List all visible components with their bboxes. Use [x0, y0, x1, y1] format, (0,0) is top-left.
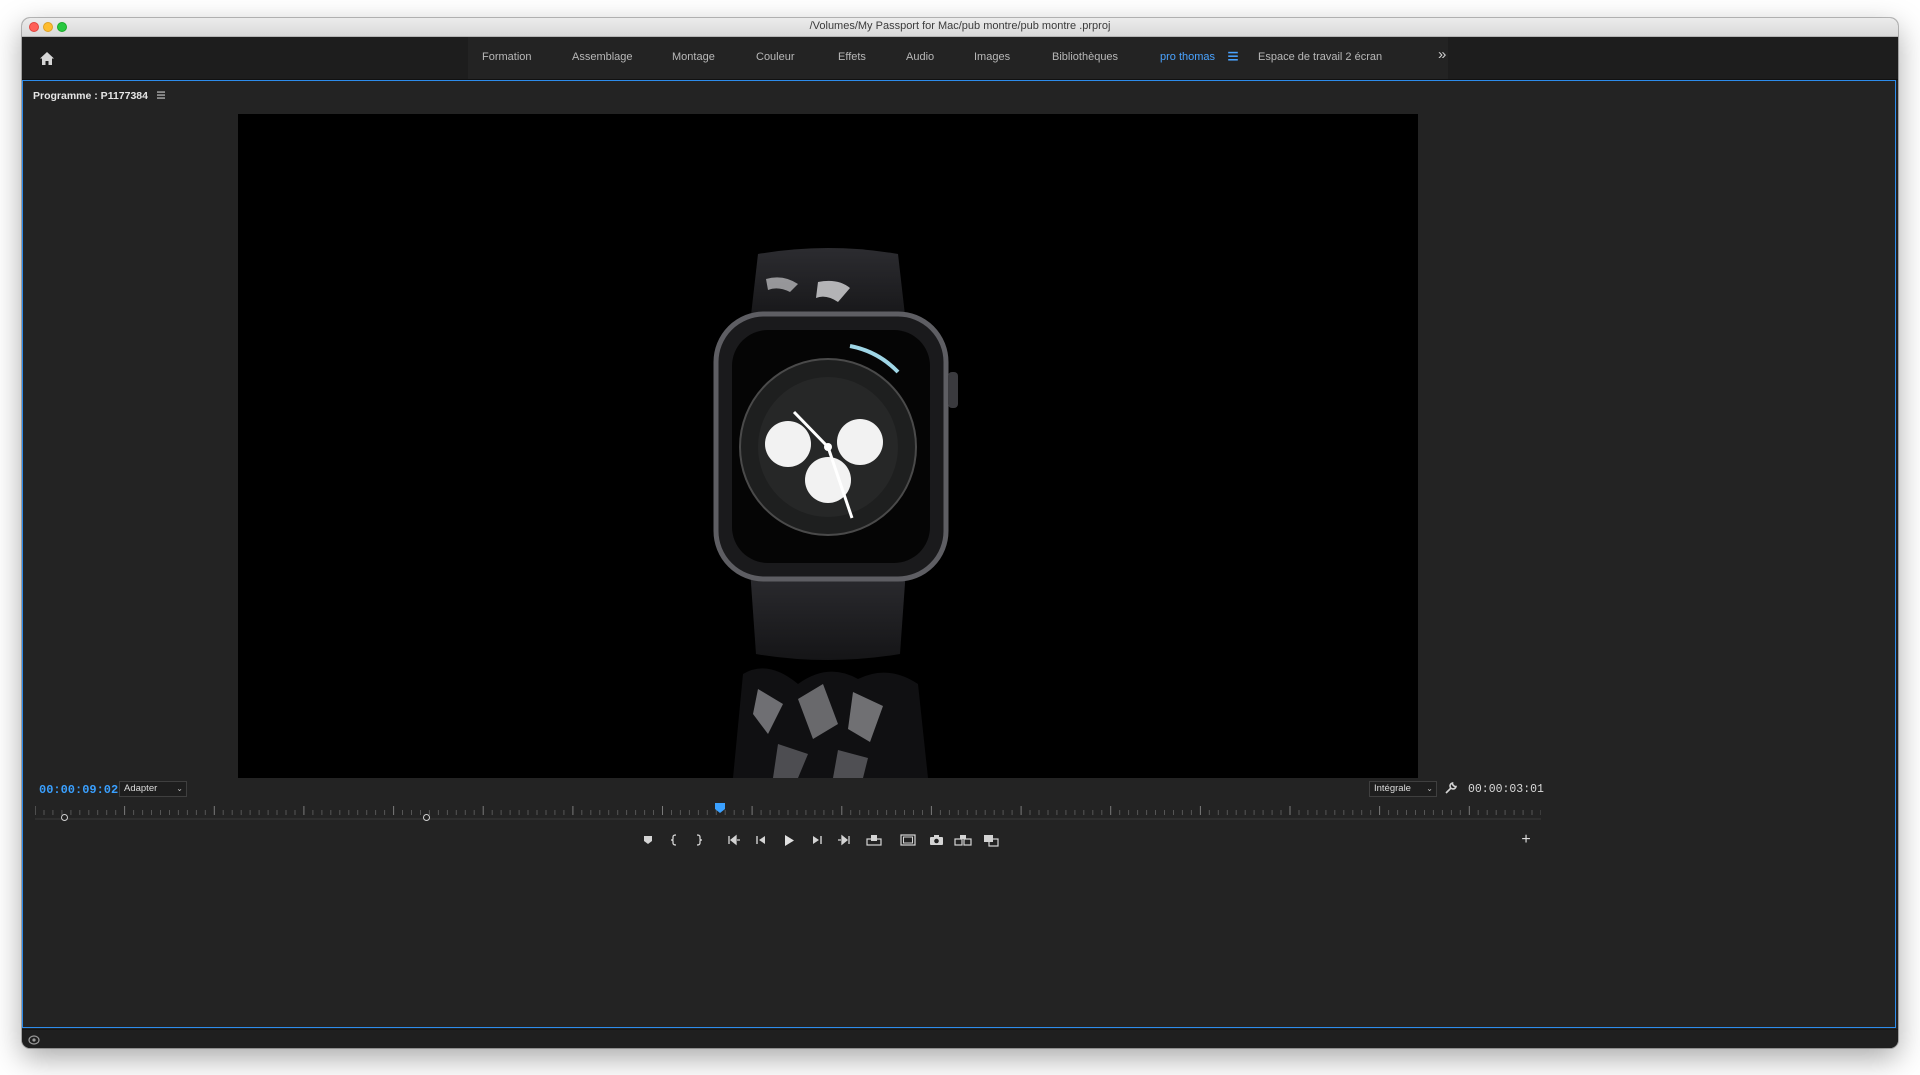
- program-monitor-panel: Programme : P1177384 00:00:09:02 Adapter…: [22, 80, 1896, 1028]
- panel-title: Programme : P1177384: [33, 90, 148, 102]
- more-workspaces-button[interactable]: »: [1438, 46, 1446, 63]
- insert-button[interactable]: [863, 831, 885, 849]
- tab-pro-thomas[interactable]: pro thomas: [1160, 51, 1215, 63]
- mark-out-button[interactable]: [688, 831, 710, 849]
- safe-margins-button[interactable]: [897, 831, 919, 849]
- watch-video-image: [238, 114, 1418, 778]
- tab-effets[interactable]: Effets: [838, 51, 866, 63]
- step-back-button[interactable]: [750, 831, 772, 849]
- tab-audio[interactable]: Audio: [906, 51, 934, 63]
- go-to-in-icon: [728, 834, 740, 846]
- go-to-out-icon: [838, 834, 850, 846]
- mark-out-icon: [696, 834, 703, 846]
- fit-select-value: Adapter: [124, 783, 158, 794]
- workspace-bar: Formation Assemblage Montage Couleur Eff…: [22, 37, 1898, 80]
- go-to-out-button[interactable]: [833, 831, 855, 849]
- resolution-select-value: Intégrale: [1374, 783, 1411, 794]
- step-forward-icon: [813, 836, 822, 844]
- play-icon: [785, 834, 794, 846]
- step-back-icon: [756, 836, 765, 844]
- workspace-menu-icon[interactable]: [1227, 50, 1239, 62]
- time-ruler[interactable]: [35, 803, 1541, 817]
- zoom-scroll-track[interactable]: [35, 817, 1541, 821]
- home-icon: [40, 51, 54, 65]
- plus-icon: +: [1521, 831, 1531, 848]
- safe-margins-icon: [900, 834, 916, 846]
- mark-in-button[interactable]: [663, 831, 685, 849]
- camera-icon: [929, 835, 943, 845]
- tab-images[interactable]: Images: [974, 51, 1010, 63]
- insert-icon: [866, 835, 882, 846]
- go-to-in-button[interactable]: [723, 831, 745, 849]
- current-timecode[interactable]: 00:00:09:02: [39, 783, 118, 797]
- zoom-handle-left[interactable]: [61, 814, 68, 821]
- comparison-view-icon: [954, 835, 972, 846]
- overwrite-button[interactable]: [980, 831, 1002, 849]
- tab-bibliotheques[interactable]: Bibliothèques: [1052, 51, 1118, 63]
- home-button[interactable]: [36, 47, 58, 69]
- creative-cloud-icon[interactable]: [28, 1034, 40, 1045]
- panel-menu-icon[interactable]: [157, 91, 165, 99]
- window-title: /Volumes/My Passport for Mac/pub montre/…: [809, 20, 1111, 32]
- chevron-down-icon: ⌄: [1426, 784, 1433, 793]
- resolution-select[interactable]: Intégrale ⌄: [1369, 781, 1437, 797]
- tab-formation[interactable]: Formation: [482, 51, 532, 63]
- marker-icon: [644, 836, 652, 844]
- mark-in-icon: [670, 834, 677, 846]
- chevron-down-icon: ⌄: [176, 784, 183, 793]
- tab-montage[interactable]: Montage: [672, 51, 715, 63]
- add-button[interactable]: +: [1517, 831, 1535, 849]
- comparison-view-button[interactable]: [952, 831, 974, 849]
- step-forward-button[interactable]: [806, 831, 828, 849]
- tab-assemblage[interactable]: Assemblage: [572, 51, 633, 63]
- title-bar: /Volumes/My Passport for Mac/pub montre/…: [22, 18, 1898, 37]
- settings-wrench-icon[interactable]: [1444, 781, 1458, 795]
- add-marker-button[interactable]: [637, 831, 659, 849]
- status-bar: [22, 1029, 1898, 1048]
- play-button[interactable]: [778, 831, 800, 849]
- overwrite-icon: [984, 834, 999, 847]
- export-frame-button[interactable]: [925, 831, 947, 849]
- premiere-window: /Volumes/My Passport for Mac/pub montre/…: [22, 18, 1898, 1048]
- zoom-handle-right[interactable]: [423, 814, 430, 821]
- tab-couleur[interactable]: Couleur: [756, 51, 795, 63]
- duration-timecode: 00:00:03:01: [1468, 783, 1544, 796]
- playhead-handle[interactable]: [715, 803, 725, 813]
- program-video-frame[interactable]: [238, 114, 1418, 778]
- tab-espace-2-ecran[interactable]: Espace de travail 2 écran: [1258, 51, 1382, 63]
- fit-select[interactable]: Adapter ⌄: [119, 781, 187, 797]
